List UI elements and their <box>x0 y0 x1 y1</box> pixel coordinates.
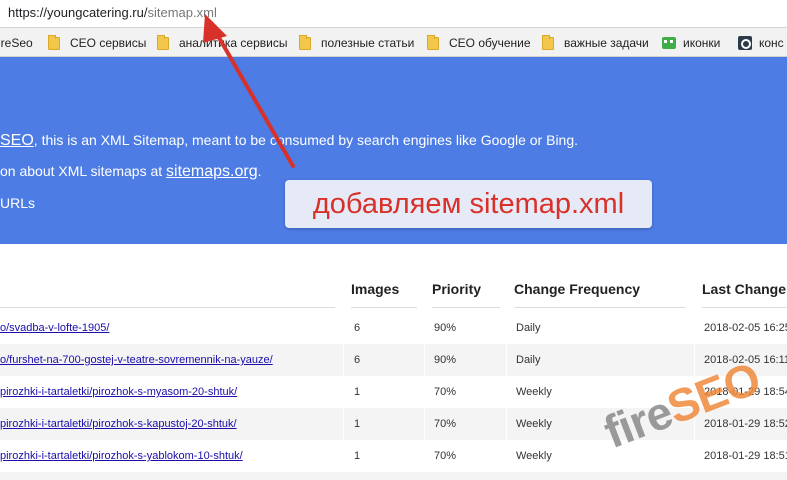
invader-icon <box>662 37 676 49</box>
folder-icon <box>427 34 439 50</box>
url-link[interactable]: pirozhki-i-tartaletki/pirozhok-s-kapusto… <box>0 408 237 440</box>
images-count: 1 <box>354 450 361 462</box>
header-info-end: . <box>257 163 262 179</box>
url-path: sitemap.xml <box>147 5 217 20</box>
header-info: on about XML sitemaps at sitemaps.org. <box>0 163 262 181</box>
folder-icon <box>299 34 311 50</box>
url-host: https://youngcatering.ru/ <box>8 5 148 20</box>
priority-value: 70% <box>434 418 457 430</box>
search-site-icon <box>738 36 752 50</box>
seo-link[interactable]: SEO <box>0 132 34 149</box>
images-count: 1 <box>354 386 361 398</box>
frequency-value: Weekly <box>516 386 552 398</box>
images-count: 6 <box>354 322 361 334</box>
frequency-value: Daily <box>516 354 541 366</box>
bookmark-useful-articles[interactable]: полезные статьи <box>299 34 415 51</box>
bookmark-label: важные задачи <box>564 36 649 50</box>
url-link[interactable]: o/svadba-v-lofte-1905/ <box>0 312 109 344</box>
images-count: 1 <box>354 418 361 430</box>
folder-icon <box>157 34 169 50</box>
header-intro: SEO, this is an XML Sitemap, meant to be… <box>0 132 578 150</box>
bookmark-icons[interactable]: иконки <box>662 35 720 51</box>
header-url-count: URLs <box>0 195 36 211</box>
bookmark-fireseo[interactable]: ireSeo <box>0 35 33 51</box>
bookmark-label: полезные статьи <box>321 36 415 50</box>
priority-value: 90% <box>434 322 457 334</box>
address-bar[interactable]: https://youngcatering.ru/sitemap.xml <box>0 0 787 28</box>
table-row-partial <box>0 472 787 480</box>
table-row: o/furshet-na-700-gostej-v-teatre-sovreme… <box>0 344 787 376</box>
table-row: o/svadba-v-lofte-1905/ 6 90% Daily 2018-… <box>0 312 787 344</box>
url-link[interactable]: pirozhki-i-tartaletki/pirozhok-s-yabloko… <box>0 440 243 472</box>
header-images[interactable]: Images <box>351 270 417 308</box>
bookmarks-bar: ireSeo CEO сервисы аналитика сервисы пол… <box>0 28 787 57</box>
bookmark-label: CEO обучение <box>449 36 531 50</box>
frequency-value: Weekly <box>516 450 552 462</box>
bookmark-label: конс <box>759 36 784 50</box>
priority-value: 90% <box>434 354 457 366</box>
bookmark-important-tasks[interactable]: важные задачи <box>542 34 649 51</box>
bookmark-ceo-services[interactable]: CEO сервисы <box>48 34 147 51</box>
bookmark-label: ireSeo <box>0 36 33 50</box>
priority-value: 70% <box>434 386 457 398</box>
frequency-value: Daily <box>516 322 541 334</box>
url-link[interactable]: pirozhki-i-tartaletki/pirozhok-s-myasom-… <box>0 376 237 408</box>
table-row: pirozhki-i-tartaletki/pirozhok-s-yabloko… <box>0 440 787 472</box>
header-priority[interactable]: Priority <box>432 270 500 308</box>
frequency-value: Weekly <box>516 418 552 430</box>
sitemaps-org-link[interactable]: sitemaps.org <box>166 163 258 180</box>
bookmark-cons[interactable]: конс <box>738 35 784 51</box>
bookmark-label: аналитика сервисы <box>179 36 288 50</box>
url-text[interactable]: https://youngcatering.ru/sitemap.xml <box>8 5 217 20</box>
images-count: 6 <box>354 354 361 366</box>
header-change-frequency[interactable]: Change Frequency <box>514 270 686 308</box>
header-info-text: on about XML sitemaps at <box>0 163 167 179</box>
url-link[interactable]: o/furshet-na-700-gostej-v-teatre-sovreme… <box>0 344 273 376</box>
bookmark-ceo-training[interactable]: CEO обучение <box>427 34 531 51</box>
bookmark-analytics[interactable]: аналитика сервисы <box>157 34 288 51</box>
bookmark-label: CEO сервисы <box>70 36 147 50</box>
annotation-callout: добавляем sitemap.xml <box>285 180 652 228</box>
last-change-value: 2018-02-05 16:25 <box>704 322 787 334</box>
priority-value: 70% <box>434 450 457 462</box>
bookmark-label: иконки <box>683 36 721 50</box>
folder-icon <box>542 34 554 50</box>
header-last-change[interactable]: Last Change <box>702 270 787 308</box>
folder-icon <box>48 34 60 50</box>
header-url <box>0 270 335 308</box>
last-change-value: 2018-01-29 18:51 <box>704 450 787 462</box>
header-intro-text: , this is an XML Sitemap, meant to be co… <box>33 132 579 148</box>
